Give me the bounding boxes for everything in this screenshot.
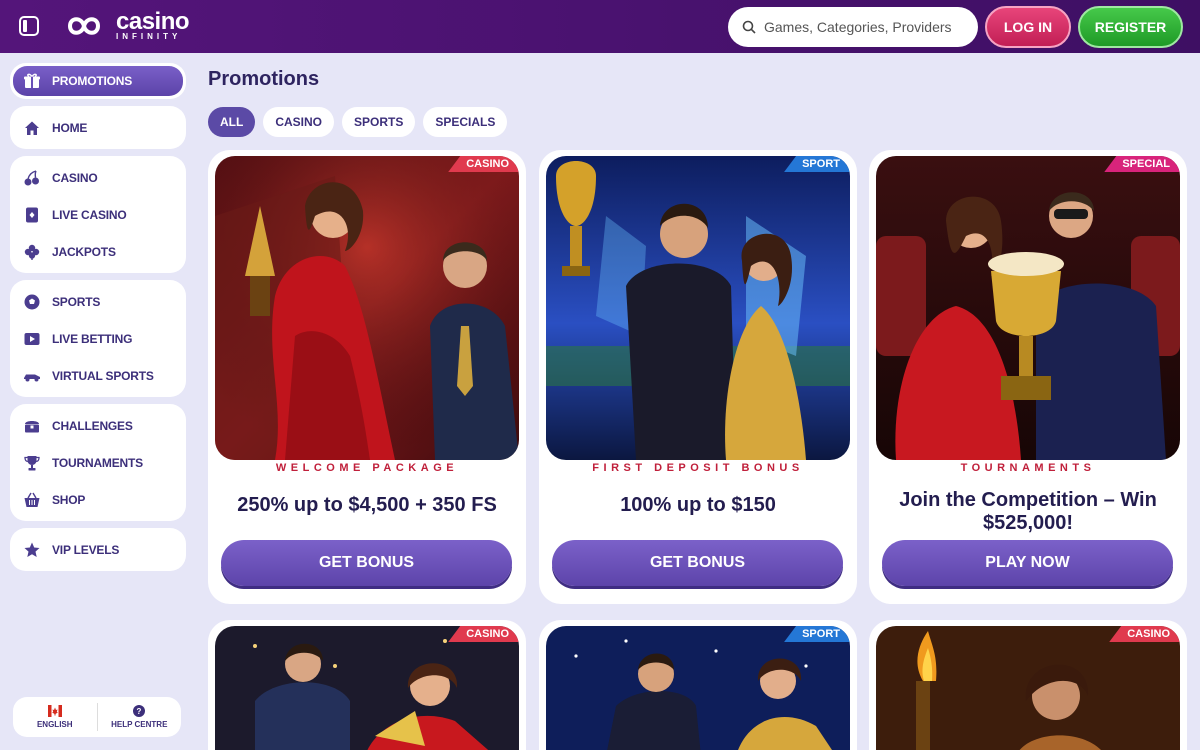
- sidebar-item-label: PROMOTIONS: [52, 74, 133, 88]
- promo-image[interactable]: SPECIAL: [876, 156, 1180, 460]
- promo-title: Join the Competition – Win $525,000!: [899, 489, 1157, 534]
- filter-casino[interactable]: CASINO: [263, 107, 334, 137]
- promo-card-row2-1: CASINO: [208, 620, 526, 750]
- help-label: HELP CENTRE: [111, 720, 168, 729]
- promo-image[interactable]: SPORT: [546, 156, 850, 460]
- logo-subtitle: INFINITY: [116, 32, 182, 41]
- promo-artwork: [876, 156, 1180, 460]
- promo-subtitle: TOURNAMENTS: [960, 462, 1096, 474]
- login-button[interactable]: LOG IN: [985, 6, 1071, 48]
- sidebar-group-casino: CASINO LIVE CASINO JACKPOTS: [10, 156, 186, 273]
- sidebar-item-label: LIVE CASINO: [52, 207, 127, 222]
- sidebar-item-challenges[interactable]: CHALLENGES: [10, 407, 186, 444]
- gift-icon: [22, 71, 42, 91]
- promo-title: 100% up to $150: [620, 494, 776, 516]
- sidebar-item-jackpots[interactable]: JACKPOTS: [10, 233, 186, 270]
- category-tag: CASINO: [448, 626, 519, 642]
- promo-image[interactable]: CASINO: [876, 626, 1180, 750]
- search-input[interactable]: [764, 19, 954, 35]
- help-centre-link[interactable]: ? HELP CENTRE: [98, 705, 182, 729]
- promo-card-first-deposit: SPORT FIRST DEPOSIT BONUS 100% up to $15…: [539, 150, 857, 604]
- logo-wordmark: casino: [116, 8, 190, 35]
- sidebar-item-label: CASINO: [52, 170, 98, 185]
- sidebar-group-home: HOME: [10, 106, 186, 149]
- promo-artwork: [215, 156, 519, 460]
- live-card-icon: [22, 205, 42, 225]
- sidebar-group-vip: VIP LEVELS: [10, 528, 186, 571]
- sidebar-item-label: SPORTS: [52, 294, 101, 309]
- promo-card-tournaments: SPECIAL TOURNAMENTS Join the Competition…: [869, 150, 1187, 604]
- search-icon: [742, 20, 756, 34]
- sidebar-item-live-betting[interactable]: LIVE BETTING: [10, 320, 186, 357]
- sidebar-item-label: CHALLENGES: [52, 418, 133, 433]
- language-label: ENGLISH: [36, 720, 73, 729]
- treasure-chest-icon: [22, 416, 42, 436]
- sidebar-item-tournaments[interactable]: TOURNAMENTS: [10, 444, 186, 481]
- sidebar-nav: PROMOTIONS HOME CASINO LIVE CASINO JACKP…: [10, 63, 186, 578]
- sidebar-group-promotions: PROMOTIONS: [10, 63, 186, 99]
- promo-card-welcome: CASINO WELCOME PACKAGE 250% up to $4,500…: [208, 150, 526, 604]
- promo-artwork: [215, 626, 519, 750]
- sidebar-item-shop[interactable]: SHOP: [10, 481, 186, 518]
- infinity-logo-icon: [67, 16, 101, 35]
- language-selector[interactable]: ENGLISH: [13, 705, 97, 729]
- category-tag: SPECIAL: [1104, 156, 1180, 172]
- category-tag: CASINO: [1109, 626, 1180, 642]
- sidebar-item-vip-levels[interactable]: VIP LEVELS: [10, 531, 186, 568]
- top-header: casino INFINITY LOG IN REGISTER: [0, 0, 1200, 53]
- soccer-ball-icon: [22, 292, 42, 312]
- race-car-icon: [22, 366, 42, 386]
- sidebar-footer: ENGLISH ? HELP CENTRE: [13, 697, 181, 737]
- trophy-icon: [22, 453, 42, 473]
- search-bar[interactable]: [728, 7, 978, 47]
- sidebar-item-label: VIRTUAL SPORTS: [52, 368, 154, 383]
- play-screen-icon: [22, 329, 42, 349]
- cherries-icon: [22, 168, 42, 188]
- register-button[interactable]: REGISTER: [1078, 6, 1183, 48]
- canada-flag-icon: [47, 705, 62, 717]
- svg-text:?: ?: [137, 707, 142, 716]
- promo-card-row2-2: SPORT: [539, 620, 857, 750]
- sidebar-item-label: JACKPOTS: [52, 244, 116, 259]
- promo-subtitle: WELCOME PACKAGE: [275, 462, 459, 474]
- category-tag: CASINO: [448, 156, 519, 172]
- promo-artwork: [546, 626, 850, 750]
- sidebar-item-label: HOME: [52, 120, 88, 135]
- get-bonus-button[interactable]: GET BONUS: [221, 540, 512, 586]
- sidebar-item-sports[interactable]: SPORTS: [10, 283, 186, 320]
- home-icon: [22, 118, 42, 138]
- promo-image[interactable]: CASINO: [215, 156, 519, 460]
- page-title: Promotions: [208, 68, 320, 90]
- sidebar-item-virtual-sports[interactable]: VIRTUAL SPORTS: [10, 357, 186, 394]
- play-now-button[interactable]: PLAY NOW: [882, 540, 1173, 586]
- promo-image[interactable]: CASINO: [215, 626, 519, 750]
- sidebar-item-home[interactable]: HOME: [10, 109, 186, 146]
- get-bonus-button[interactable]: GET BONUS: [552, 540, 843, 586]
- sidebar-item-label: LIVE BETTING: [52, 331, 133, 346]
- promo-subtitle: FIRST DEPOSIT BONUS: [592, 462, 804, 474]
- casino-infinity-logo[interactable]: casino INFINITY: [56, 8, 190, 41]
- sidebar-item-label: VIP LEVELS: [52, 542, 120, 557]
- sidebar-toggle-icon[interactable]: [17, 14, 41, 38]
- sidebar-item-casino[interactable]: CASINO: [10, 159, 186, 196]
- filter-all[interactable]: ALL: [208, 107, 256, 137]
- promo-card-row2-3: CASINO: [869, 620, 1187, 750]
- filter-specials[interactable]: SPECIALS: [423, 107, 508, 137]
- sidebar-item-label: SHOP: [52, 492, 86, 507]
- sidebar-item-promotions[interactable]: PROMOTIONS: [13, 66, 183, 96]
- clover-icon: [22, 242, 42, 262]
- promotion-filters: ALL CASINO SPORTS SPECIALS: [208, 107, 508, 137]
- filter-sports[interactable]: SPORTS: [342, 107, 416, 137]
- sidebar-item-label: TOURNAMENTS: [52, 455, 143, 470]
- promo-image[interactable]: SPORT: [546, 626, 850, 750]
- sidebar-group-challenges: CHALLENGES TOURNAMENTS SHOP: [10, 404, 186, 521]
- sidebar-group-sports: SPORTS LIVE BETTING VIRTUAL SPORTS: [10, 280, 186, 397]
- promo-artwork: [876, 626, 1180, 750]
- help-icon: ?: [133, 705, 146, 717]
- promo-title: 250% up to $4,500 + 350 FS: [237, 494, 497, 516]
- basket-icon: [22, 490, 42, 510]
- star-icon: [22, 540, 42, 560]
- sidebar-item-live-casino[interactable]: LIVE CASINO: [10, 196, 186, 233]
- promo-artwork: [546, 156, 850, 460]
